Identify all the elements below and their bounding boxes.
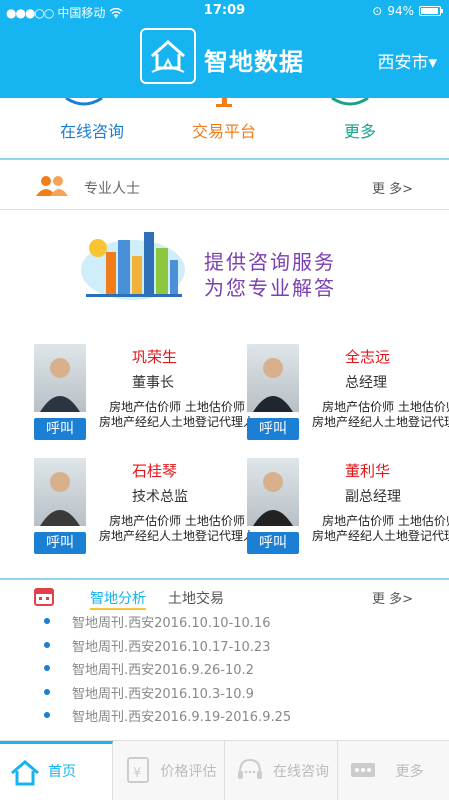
quick-nav: 在线咨询 交易平台 更多 <box>0 98 449 160</box>
expert-photo <box>34 344 86 412</box>
professionals-header: 专业人士 更 多> <box>0 162 449 210</box>
expert-title: 技术总监 <box>132 489 188 505</box>
status-right: ⊙ 94% <box>372 4 443 18</box>
banner-line-2: 为您专业解答 <box>204 276 336 300</box>
app-header: ●●●○○ 中国移动 17:09 ⊙ 94% 智地数据 西安市▾ <box>0 0 449 98</box>
list-item[interactable]: 智地周刊.西安2016.9.26-10.2 <box>44 659 291 683</box>
news-title: 智地周刊.西安2016.10.10-10.16 <box>72 616 271 631</box>
battery-icon <box>419 6 443 16</box>
expert-title: 总经理 <box>345 375 387 391</box>
tab-more[interactable]: 更多 <box>338 741 449 800</box>
news-title: 智地周刊.西安2016.9.26-10.2 <box>72 663 254 678</box>
bullet-icon <box>44 618 50 624</box>
bullet-icon <box>44 665 50 671</box>
expert-card: 呼叫 全志远 总经理 房地产估价师 土地估价师 房地产经纪人土地登记代理人 <box>247 344 449 456</box>
calculator-icon: ¥ <box>126 757 149 783</box>
more-icon <box>350 763 375 777</box>
call-button[interactable]: 呼叫 <box>34 532 86 554</box>
expert-qualifications: 房地产估价师 土地估价师 房地产经纪人土地登记代理人 <box>98 400 257 429</box>
tab-label: 在线咨询 <box>273 764 329 780</box>
bullet-icon <box>44 712 50 718</box>
expert-qualifications: 房地产估价师 土地估价师 房地产经纪人土地登记代理人 <box>98 514 257 543</box>
tab-price-evaluation[interactable]: ¥ 价格评估 <box>113 741 225 800</box>
tab-label: 价格评估 <box>160 764 217 780</box>
headset-icon <box>238 758 262 779</box>
expert-title: 副总经理 <box>345 489 401 505</box>
tab-label: 更多 <box>395 764 424 780</box>
expert-photo <box>34 458 86 526</box>
expert-name: 董利华 <box>345 462 391 480</box>
city-selector[interactable]: 西安市▾ <box>377 48 437 73</box>
app-logo-icon <box>140 28 196 84</box>
bullet-icon <box>44 641 50 648</box>
expert-card: 呼叫 巩荣生 董事长 房地产估价师 土地估价师 房地产经纪人土地登记代理人 <box>34 344 258 456</box>
expert-name: 石桂琴 <box>132 462 178 480</box>
tab-label: 首页 <box>48 764 76 780</box>
battery-percent: 94% <box>387 4 414 18</box>
people-icon <box>36 176 68 196</box>
news-title: 智地周刊.西安2016.10.3-10.9 <box>72 686 254 702</box>
svg-text:¥: ¥ <box>133 766 141 781</box>
expert-card: 呼叫 石桂琴 技术总监 房地产估价师 土地估价师 房地产经纪人土地登记代理人 <box>34 458 258 570</box>
expert-qualifications: 房地产估价师 土地估价师 房地产经纪人土地登记代理人 <box>311 400 449 429</box>
list-item[interactable]: 智地周刊.西安2016.10.10-10.16 <box>44 612 291 636</box>
nav-more[interactable]: 更多 <box>344 118 376 142</box>
tab-online-consult[interactable]: 在线咨询 <box>225 741 338 800</box>
app-title: 智地数据 <box>204 48 304 76</box>
expert-qualifications: 房地产估价师 土地估价师 房地产经纪人土地登记代理人 <box>311 514 449 543</box>
rotation-lock-icon: ⊙ <box>372 4 383 18</box>
nav-online-consult[interactable]: 在线咨询 <box>60 118 124 142</box>
news-title: 智地周刊.西安2016.10.17-10.23 <box>72 639 271 655</box>
list-item[interactable]: 智地周刊.西安2016.10.17-10.23 <box>44 636 291 660</box>
chat-bubble-icon <box>65 98 103 106</box>
expert-photo <box>247 344 299 412</box>
bullet-icon <box>44 688 50 695</box>
expert-name: 巩荣生 <box>132 348 178 366</box>
nav-trade-platform[interactable]: 交易平台 <box>192 118 256 142</box>
tab-home[interactable]: 首页 <box>0 741 113 800</box>
news-title: 智地周刊.西安2016.9.19-2016.9.25 <box>72 710 292 725</box>
trade-icon <box>216 98 232 107</box>
list-item[interactable]: 智地周刊.西安2016.9.19-2016.9.25 <box>44 706 291 730</box>
news-header: 智地分析 土地交易 更 多> <box>0 578 449 610</box>
expert-title: 董事长 <box>132 375 174 391</box>
more-apps-icon <box>331 98 369 106</box>
expert-name: 全志远 <box>345 348 391 366</box>
tab-analysis[interactable]: 智地分析 <box>90 588 146 610</box>
news-more-link[interactable]: 更 多> <box>372 588 413 607</box>
calendar-icon <box>34 588 54 606</box>
bottom-tab-bar: 首页 ¥ 价格评估 在线咨询 更多 <box>0 740 449 800</box>
call-button[interactable]: 呼叫 <box>34 418 86 440</box>
news-list: 智地周刊.西安2016.10.10-10.16 智地周刊.西安2016.10.1… <box>44 612 291 730</box>
list-item[interactable]: 智地周刊.西安2016.10.3-10.9 <box>44 683 291 707</box>
expert-photo <box>247 458 299 526</box>
home-icon <box>11 760 39 786</box>
call-button[interactable]: 呼叫 <box>247 418 299 440</box>
call-button[interactable]: 呼叫 <box>247 532 299 554</box>
banner-line-1: 提供咨询服务 <box>204 250 336 274</box>
section-title: 专业人士 <box>84 181 140 197</box>
expert-card: 呼叫 董利华 副总经理 房地产估价师 土地估价师 房地产经纪人土地登记代理人 <box>247 458 449 570</box>
tab-land-trade[interactable]: 土地交易 <box>168 588 224 608</box>
status-bar: ●●●○○ 中国移动 17:09 ⊙ 94% <box>0 0 449 22</box>
city-illustration <box>78 222 188 302</box>
professionals-more-link[interactable]: 更 多> <box>372 178 413 197</box>
